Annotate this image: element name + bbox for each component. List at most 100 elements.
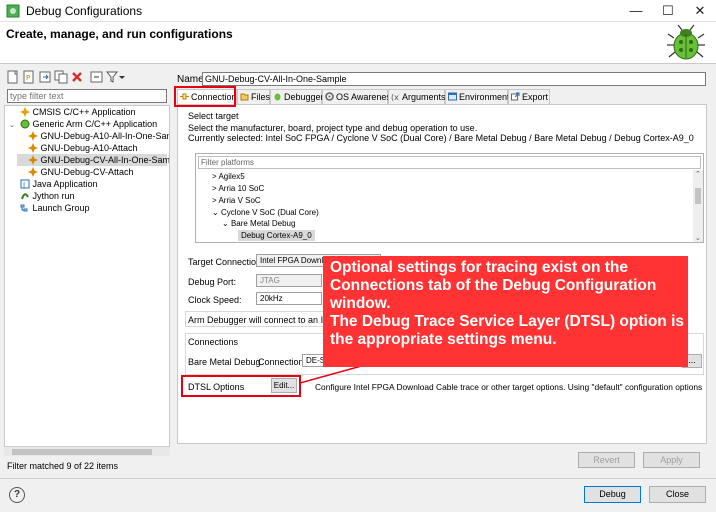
platform-item-cyclone-v[interactable]: ⌄ Cyclone V SoC (Dual Core) <box>212 207 319 218</box>
java-icon: J <box>20 179 30 189</box>
tree-item-java[interactable]: J Java Application <box>9 178 98 190</box>
debug-config-icon <box>27 131 38 141</box>
filter-status: Filter matched 9 of 22 items <box>7 461 119 471</box>
platform-tree: Filter platforms > Agilex5 > Arria 10 So… <box>195 153 704 243</box>
connections-heading: Connections <box>188 337 239 347</box>
os-awareness-icon <box>325 92 334 101</box>
tree-item-label: GNU-Debug-A10-Attach <box>40 143 138 153</box>
dtsl-options-highlight <box>181 375 301 397</box>
jython-icon <box>20 193 29 200</box>
callout-line: Optional settings for tracing exist on t… <box>330 259 657 312</box>
debug-port-label: Debug Port: <box>188 277 237 287</box>
select-target-heading: Select target <box>188 111 239 121</box>
svg-text:P: P <box>26 74 30 82</box>
tree-horizontal-scrollbar[interactable] <box>4 446 170 456</box>
bare-metal-debug-label: Bare Metal Debug <box>188 357 261 367</box>
tree-item-label: Launch Group <box>32 203 90 213</box>
collapse-all-icon[interactable] <box>90 70 104 84</box>
debug-config-icon <box>27 143 38 153</box>
platform-item-cortex-a9-0[interactable]: Debug Cortex-A9_0 <box>238 230 315 241</box>
cmsis-icon <box>19 107 30 117</box>
clock-speed-select[interactable]: 20kHz <box>256 292 322 305</box>
debug-port-select[interactable]: JTAG <box>256 274 322 287</box>
tree-item-label: GNU-Debug-A10-All-In-One-Samp <box>40 131 170 141</box>
duplicate-configuration-icon[interactable] <box>54 70 68 84</box>
dialog-header: Create, manage, and run configurations <box>0 22 716 64</box>
tree-item-cv-attach[interactable]: GNU-Debug-CV-Attach <box>17 166 134 178</box>
delete-configuration-icon[interactable] <box>70 70 84 84</box>
tab-os-awareness[interactable]: OS Awareness <box>322 89 395 104</box>
tab-export[interactable]: Export <box>508 89 550 104</box>
dtsl-description: Configure Intel FPGA Download Cable trac… <box>315 382 703 392</box>
tree-item-generic-arm[interactable]: ⌄ Generic Arm C/C++ Application <box>9 118 157 130</box>
scroll-down-icon[interactable]: ⌄ <box>695 234 701 242</box>
tree-item-cmsis[interactable]: CMSIS C/C++ Application <box>9 106 136 118</box>
files-icon <box>240 93 249 101</box>
close-button[interactable]: Close <box>649 486 706 503</box>
platform-vertical-scrollbar[interactable]: ⌃ ⌄ <box>693 170 703 242</box>
scroll-up-icon[interactable]: ⌃ <box>695 170 701 178</box>
platform-item-arria-v[interactable]: > Arria V SoC <box>212 195 261 206</box>
export-icon <box>511 92 520 101</box>
export-configuration-icon[interactable] <box>38 70 52 84</box>
select-target-description: Select the manufacturer, board, project … <box>188 123 478 133</box>
debugger-icon <box>274 93 281 101</box>
tree-item-label: Jython run <box>32 191 75 201</box>
chevron-down-icon: ⌄ <box>212 208 221 217</box>
configuration-name-input[interactable]: GNU-Debug-CV-All-In-One-Sample <box>202 72 706 86</box>
svg-text:(x): (x) <box>391 93 400 101</box>
tab-arguments[interactable]: (x)Arguments <box>388 89 446 104</box>
annotation-callout: Optional settings for tracing exist on t… <box>323 256 688 367</box>
tree-item-label: Generic Arm C/C++ Application <box>32 119 158 129</box>
tree-item-launch-group[interactable]: Launch Group <box>9 202 90 214</box>
footer-divider <box>0 478 716 479</box>
arm-debugger-note: Arm Debugger will connect to an Intel <box>188 315 338 325</box>
title-bar: Debug Configurations — ☐ ✕ <box>0 0 716 22</box>
clock-speed-label: Clock Speed: <box>188 295 242 305</box>
arguments-icon: (x) <box>391 93 400 101</box>
tree-item-a10-attach[interactable]: GNU-Debug-A10-Attach <box>17 142 138 154</box>
apply-button[interactable]: Apply <box>643 452 700 468</box>
currently-selected-text: Currently selected: Intel SoC FPGA / Cyc… <box>188 133 694 143</box>
expand-icon[interactable]: ⌄ <box>9 120 17 132</box>
platform-item-agilex5[interactable]: > Agilex5 <box>212 171 245 182</box>
new-prototype-icon[interactable]: P <box>22 70 36 84</box>
new-configuration-icon[interactable] <box>6 70 20 84</box>
tree-item-jython[interactable]: Jython run <box>9 190 75 202</box>
svg-text:J: J <box>22 181 25 189</box>
minimize-button[interactable]: — <box>620 0 652 22</box>
close-window-button[interactable]: ✕ <box>684 0 716 22</box>
filter-platforms-input[interactable]: Filter platforms <box>198 156 701 169</box>
dialog-heading: Create, manage, and run configurations <box>6 27 233 41</box>
arm-app-icon <box>20 119 30 129</box>
chevron-down-icon: ⌄ <box>222 219 231 228</box>
filter-configurations-input[interactable] <box>7 89 167 103</box>
window-title: Debug Configurations <box>26 4 143 18</box>
tab-files[interactable]: Files <box>237 89 270 104</box>
revert-button[interactable]: Revert <box>578 452 635 468</box>
tree-item-a10-all-in-one[interactable]: GNU-Debug-A10-All-In-One-Samp <box>17 130 170 142</box>
target-connection-label: Target Connection: <box>188 257 264 267</box>
tree-item-cv-all-in-one[interactable]: GNU-Debug-CV-All-In-One-Sampl <box>17 154 170 166</box>
connection-tab-highlight <box>174 86 236 107</box>
platform-item-arria10[interactable]: > Arria 10 SoC <box>212 183 264 194</box>
connection-label: Connection <box>258 357 304 367</box>
tab-environment[interactable]: Environment <box>445 89 510 104</box>
tree-item-label: GNU-Debug-CV-Attach <box>40 167 134 177</box>
debug-button[interactable]: Debug <box>584 486 641 503</box>
platform-item-bare-metal[interactable]: ⌄ Bare Metal Debug <box>222 218 295 229</box>
configuration-tree: CMSIS C/C++ Application ⌄ Generic Arm C/… <box>4 105 170 453</box>
launch-group-icon <box>20 204 28 212</box>
callout-line: The Debug Trace Service Layer (DTSL) opt… <box>330 313 685 348</box>
tree-item-label: CMSIS C/C++ Application <box>32 107 136 117</box>
tree-item-label: Java Application <box>32 179 98 189</box>
help-icon[interactable]: ? <box>9 487 25 503</box>
debug-config-icon <box>27 155 38 165</box>
environment-icon <box>448 92 457 101</box>
chevron-down-icon[interactable] <box>118 70 126 84</box>
tab-debugger[interactable]: Debugger <box>270 89 324 104</box>
maximize-button[interactable]: ☐ <box>652 0 684 22</box>
bug-icon <box>667 24 705 60</box>
callout-text: Optional settings for tracing exist on t… <box>330 259 685 349</box>
tree-item-label: GNU-Debug-CV-All-In-One-Sampl <box>40 155 170 165</box>
